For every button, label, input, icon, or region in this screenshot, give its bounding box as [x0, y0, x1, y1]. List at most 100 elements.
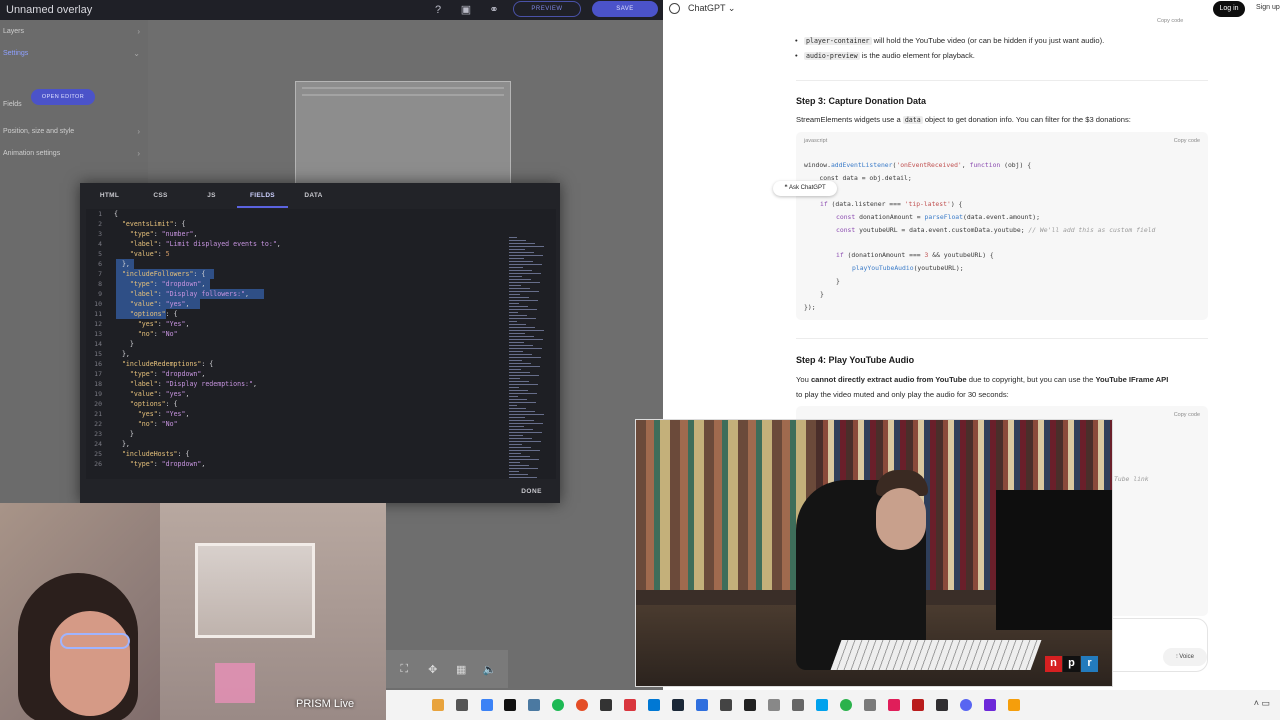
vscode-icon[interactable] — [648, 699, 660, 711]
minimap-line — [509, 456, 530, 457]
inline-code: data — [902, 116, 923, 124]
minimap-line — [509, 405, 517, 406]
copy-code-button[interactable]: Copy code — [1174, 138, 1200, 144]
login-button[interactable]: Log in — [1213, 1, 1245, 17]
sidebar-item-layers[interactable]: Layers › — [0, 23, 148, 41]
minimap-line — [509, 426, 524, 427]
minimap-line — [509, 348, 542, 349]
signup-link[interactable]: Sign up — [1256, 4, 1280, 11]
widget-line — [302, 94, 504, 96]
minimap-line — [509, 252, 534, 253]
code-area[interactable]: { "eventsLimit": { "type": "number", "la… — [114, 209, 494, 479]
voice-button[interactable]: ⫶ Voice — [1163, 648, 1207, 666]
taskbar-app-icon[interactable] — [600, 699, 612, 711]
overlay-title[interactable]: Unnamed overlay — [0, 4, 92, 16]
volume-icon[interactable]: 🔈 — [481, 663, 499, 676]
spotify-icon[interactable] — [552, 699, 564, 711]
preview-button[interactable]: PREVIEW — [513, 1, 581, 17]
model-selector[interactable]: ChatGPT ⌄ — [688, 3, 735, 14]
code-minimap[interactable] — [505, 235, 556, 479]
ask-chatgpt-button[interactable]: ❝ Ask ChatGPT — [773, 181, 837, 196]
taskbar-app-icon[interactable] — [528, 699, 540, 711]
discord-icon[interactable] — [960, 699, 972, 711]
minimap-line — [509, 417, 525, 418]
screenshot-icon[interactable]: ▣ — [458, 2, 474, 18]
tab-js[interactable]: JS — [186, 183, 237, 208]
taskbar-app-icon[interactable] — [816, 699, 828, 711]
chevron-right-icon: › — [137, 127, 140, 136]
copy-code-button[interactable]: Copy code — [1157, 18, 1183, 24]
taskbar-app-icon[interactable] — [984, 699, 996, 711]
taskbar-app-icon[interactable] — [456, 699, 468, 711]
code-line: }); — [804, 303, 816, 311]
code-line: } — [114, 430, 134, 438]
code-line: "options": { — [129, 400, 178, 408]
minimap-line — [509, 243, 535, 244]
tab-css[interactable]: CSS — [135, 183, 186, 208]
code-editor[interactable]: 1 2 3 4 5 6 7 8 9 10 11 12 13 14 15 16 17 18 19 20 21 22 23 24 2… — [86, 209, 556, 479]
taskbar-app-icon[interactable] — [840, 699, 852, 711]
minimap-line — [509, 300, 538, 301]
code-line: } — [820, 290, 824, 298]
chatgpt-header: ChatGPT ⌄ Log in Sign up — [663, 0, 1280, 18]
link-icon[interactable]: ⚭ — [486, 2, 502, 18]
tab-html[interactable]: HTML — [84, 183, 135, 208]
help-icon[interactable]: ? — [430, 2, 446, 18]
text: StreamElements widgets use a — [796, 115, 901, 124]
code-language: javascript — [804, 138, 828, 144]
taskbar-app-icon[interactable] — [720, 699, 732, 711]
done-button[interactable]: DONE — [521, 488, 542, 495]
youtube-video-player[interactable]: n p r — [635, 419, 1113, 687]
minimap-line — [509, 387, 519, 388]
taskbar-app-icon[interactable] — [481, 699, 493, 711]
line-number: 23 — [94, 430, 102, 438]
minimap-line — [509, 336, 534, 337]
line-number: 24 — [94, 440, 102, 448]
taskbar-app-icon[interactable] — [888, 699, 900, 711]
code-line: "yes": "Yes", — [137, 320, 190, 328]
minimap-line — [509, 324, 526, 325]
line-number: 9 — [98, 290, 102, 298]
taskbar-app-icon[interactable] — [504, 699, 516, 711]
minimap-line — [509, 294, 520, 295]
taskbar-app-icon[interactable] — [624, 699, 636, 711]
minimap-line — [509, 285, 521, 286]
obs-icon[interactable] — [936, 699, 948, 711]
minimap-line — [509, 267, 523, 268]
minimap-line — [509, 363, 531, 364]
taskbar-app-icon[interactable] — [432, 699, 444, 711]
text: object to get donation info. You can fil… — [924, 115, 1131, 124]
sidebar-item-animation[interactable]: Animation settings › — [0, 145, 148, 163]
sidebar-item-position[interactable]: Position, size and style › — [0, 123, 148, 141]
taskbar-app-icon[interactable] — [696, 699, 708, 711]
taskbar-app-icon[interactable] — [1008, 699, 1020, 711]
fit-icon[interactable]: ⛶ — [395, 663, 413, 676]
tab-fields[interactable]: FIELDS — [237, 183, 288, 208]
grid-icon[interactable]: ▦ — [452, 663, 470, 676]
center-icon[interactable]: ✥ — [424, 663, 442, 676]
minimap-line — [509, 342, 524, 343]
copy-code-button[interactable]: Copy code — [1174, 412, 1200, 418]
code-line: playYouTubeAudio(youtubeURL); — [852, 264, 964, 272]
taskbar-app-icon[interactable] — [792, 699, 804, 711]
firefox-icon[interactable] — [576, 699, 588, 711]
taskbar-app-icon[interactable] — [744, 699, 756, 711]
step4-heading: Step 4: Play YouTube Audio — [796, 355, 915, 365]
video-keyboard — [830, 640, 1042, 670]
system-tray-chevron-icon[interactable]: ˄ ▭ — [1254, 698, 1270, 709]
taskbar-app-icon[interactable] — [864, 699, 876, 711]
minimap-line — [509, 297, 529, 298]
inline-code: audio-preview — [804, 52, 860, 60]
code-block: javascript Copy code window.addEventList… — [796, 132, 1208, 320]
taskbar-app-icon[interactable] — [912, 699, 924, 711]
code-line: "type": "dropdown", — [129, 370, 206, 378]
video-bookshelf — [636, 420, 816, 590]
taskbar-app-icon[interactable] — [768, 699, 780, 711]
tab-data[interactable]: DATA — [288, 183, 339, 208]
steam-icon[interactable] — [672, 699, 684, 711]
step3-heading: Step 3: Capture Donation Data — [796, 96, 927, 106]
widget-preview[interactable] — [295, 81, 511, 191]
save-button[interactable]: SAVE — [592, 1, 658, 17]
sidebar-item-settings[interactable]: Settings ⌄ — [0, 45, 148, 63]
sidebar-item-label: Settings — [3, 50, 29, 57]
